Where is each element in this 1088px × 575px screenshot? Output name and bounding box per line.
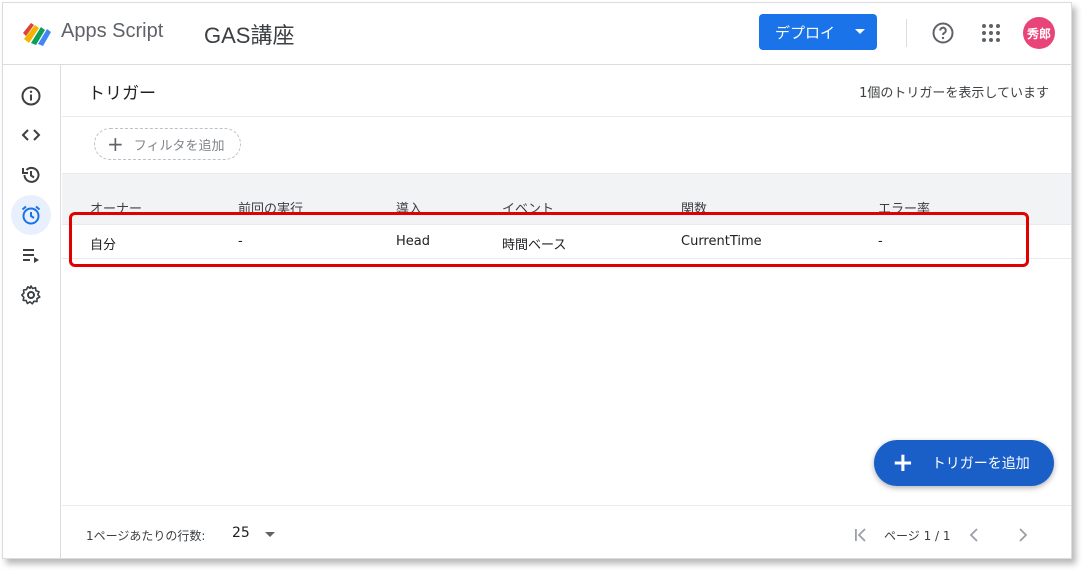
history-icon xyxy=(22,166,40,183)
column-header-last-run[interactable]: 前回の実行 xyxy=(238,198,303,217)
user-avatar[interactable]: 秀郎 xyxy=(1023,17,1055,49)
trigger-count-text: 1個のトリガーを表示しています xyxy=(859,86,1049,101)
main-content: トリガー 1個のトリガーを表示しています + フィルタを追加 オーナー 前回の実… xyxy=(62,65,1071,558)
column-header-owner[interactable]: オーナー xyxy=(90,198,142,217)
add-trigger-label: トリガーを追加 xyxy=(931,456,1030,472)
apps-script-logo-icon xyxy=(23,23,51,46)
chevron-right-icon[interactable] xyxy=(1014,526,1032,544)
page-title-bar: トリガー 1個のトリガーを表示しています xyxy=(62,65,1071,117)
gear-icon xyxy=(21,285,41,305)
top-header: Apps Script GAS講座 デプロイ 秀郎 xyxy=(3,3,1071,65)
executions-icon xyxy=(23,249,39,263)
google-apps-grid-icon[interactable] xyxy=(981,23,1001,43)
help-icon[interactable] xyxy=(931,21,955,45)
apps-script-window: Apps Script GAS講座 デプロイ 秀郎 トリガー 1個のトリガーを表… xyxy=(2,2,1072,559)
deploy-button[interactable]: デプロイ xyxy=(759,14,877,50)
deploy-button-label: デプロイ xyxy=(775,24,836,42)
project-name[interactable]: GAS講座 xyxy=(204,18,294,50)
cell-deployment: Head xyxy=(396,234,430,249)
chevron-down-icon[interactable] xyxy=(265,532,275,537)
add-filter-button[interactable]: + フィルタを追加 xyxy=(94,128,241,160)
plus-icon: + xyxy=(107,132,124,156)
column-header-error-rate[interactable]: エラー率 xyxy=(878,198,930,217)
alarm-icon xyxy=(21,205,41,225)
chevron-down-icon xyxy=(855,29,865,34)
sidebar-item-history[interactable] xyxy=(11,155,51,195)
add-trigger-button[interactable]: + トリガーを追加 xyxy=(874,440,1054,486)
page-title: トリガー xyxy=(88,84,156,104)
plus-icon: + xyxy=(892,448,914,478)
left-sidebar xyxy=(3,65,61,558)
cell-function: CurrentTime xyxy=(681,234,762,249)
table-footer: 1ページあたりの行数: 25 ページ 1 / 1 xyxy=(62,505,1071,558)
rows-per-page-label: 1ページあたりの行数: xyxy=(86,529,206,543)
sidebar-item-executions[interactable] xyxy=(11,235,51,275)
cell-owner: 自分 xyxy=(90,238,117,253)
cell-error-rate: - xyxy=(878,234,883,249)
code-icon xyxy=(21,129,41,141)
column-header-function[interactable]: 関数 xyxy=(681,198,707,217)
sidebar-item-triggers[interactable] xyxy=(11,195,51,235)
first-page-icon[interactable] xyxy=(852,526,870,544)
table-header-row: オーナー 前回の実行 導入 イベント 関数 エラー率 xyxy=(62,173,1071,225)
cell-event: 時間ベース xyxy=(502,238,567,253)
rows-per-page-select[interactable]: 25 xyxy=(232,525,250,541)
info-icon xyxy=(21,86,41,106)
table-row[interactable]: 自分 - Head 時間ベース CurrentTime - xyxy=(62,225,1071,259)
sidebar-item-overview[interactable] xyxy=(11,76,51,116)
sidebar-item-editor[interactable] xyxy=(11,115,51,155)
chevron-left-icon[interactable] xyxy=(965,526,983,544)
app-name[interactable]: Apps Script xyxy=(61,20,163,43)
add-filter-label: フィルタを追加 xyxy=(133,138,225,154)
cell-last-run: - xyxy=(238,234,243,249)
column-header-event[interactable]: イベント xyxy=(502,198,554,217)
page-indicator: ページ 1 / 1 xyxy=(884,529,951,543)
sidebar-item-settings[interactable] xyxy=(11,275,51,315)
column-header-deployment[interactable]: 導入 xyxy=(396,198,422,217)
header-divider xyxy=(906,19,907,47)
